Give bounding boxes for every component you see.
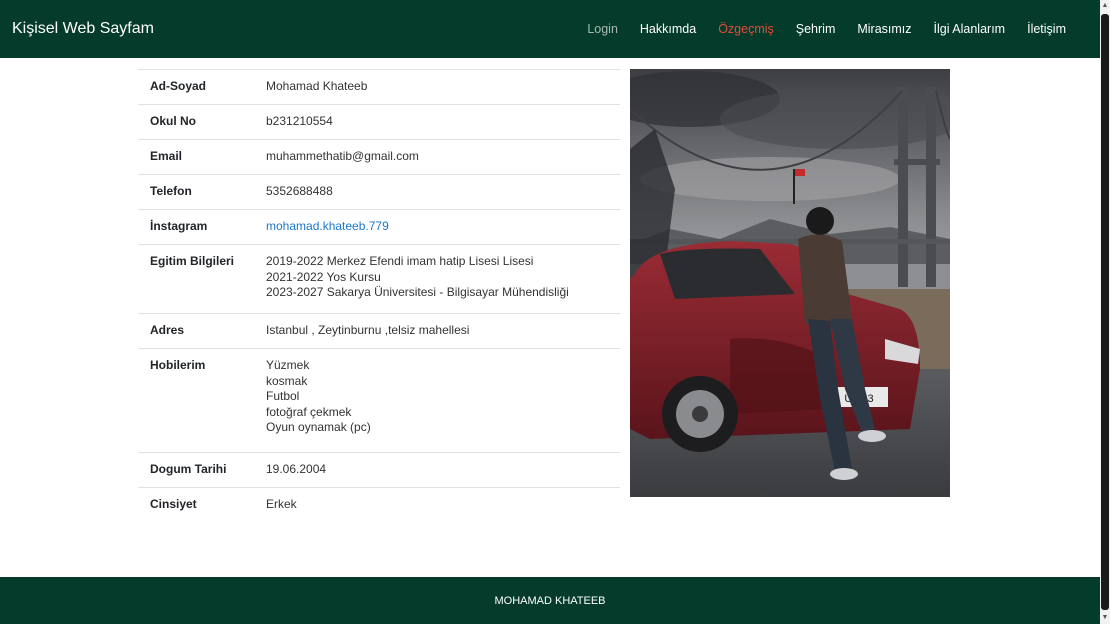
instagram-link[interactable]: mohamad.khateeb.779 <box>266 219 389 233</box>
education-line: 2019-2022 Merkez Efendi imam hatip Lises… <box>266 254 534 268</box>
nav-link-mirasimiz[interactable]: Mirasımız <box>857 22 911 36</box>
row-value: b231210554 <box>254 104 620 140</box>
row-value: Erkek <box>254 487 620 523</box>
nav-link-ilgi-alanlarim[interactable]: İlgi Alanlarım <box>934 22 1006 36</box>
row-key: Dogum Tarihi <box>138 452 254 488</box>
photo-illustration: U 213 <box>630 69 950 497</box>
table-row: Egitim Bilgileri 2019-2022 Merkez Efendi… <box>138 244 620 314</box>
row-key: Hobilerim <box>138 348 254 453</box>
profile-photo: U 213 <box>630 69 950 497</box>
education-line: 2023-2027 Sakarya Üniversitesi - Bilgisa… <box>266 285 569 299</box>
vertical-scrollbar[interactable]: ▲ ▼ <box>1100 0 1110 624</box>
table-row: İnstagram mohamad.khateeb.779 <box>138 209 620 245</box>
row-key: Egitim Bilgileri <box>138 244 254 314</box>
hobby-line: kosmak <box>266 373 308 388</box>
row-value: 19.06.2004 <box>254 452 620 488</box>
education-line: 2021-2022 Yos Kursu <box>266 269 381 284</box>
table-row: Adres Istanbul , Zeytinburnu ,telsiz mah… <box>138 313 620 349</box>
hobby-line: fotoğraf çekmek <box>266 404 352 419</box>
row-value: Istanbul , Zeytinburnu ,telsiz mahellesi <box>254 313 620 349</box>
row-value: mohamad.khateeb.779 <box>254 209 620 245</box>
table-row: Telefon 5352688488 <box>138 174 620 210</box>
footer: MOHAMAD KHATEEB <box>0 577 1100 624</box>
row-value: Yüzmek kosmak Futbol fotoğraf çekmek Oyu… <box>254 348 620 453</box>
nav-link-hakkimda[interactable]: Hakkımda <box>640 22 696 36</box>
row-value: 5352688488 <box>254 174 620 210</box>
nav-link-login[interactable]: Login <box>587 22 618 36</box>
table-row: Ad-Soyad Mohamad Khateeb <box>138 69 620 105</box>
table-row: Email muhammethatib@gmail.com <box>138 139 620 175</box>
profile-table: Ad-Soyad Mohamad Khateeb Okul No b231210… <box>138 69 620 523</box>
row-key: Email <box>138 139 254 175</box>
hobby-line: Oyun oynamak (pc) <box>266 420 371 434</box>
nav-links: Login Hakkımda Özgeçmiş Şehrim Mirasımız… <box>565 22 1088 36</box>
row-value: Mohamad Khateeb <box>254 69 620 105</box>
row-key: Okul No <box>138 104 254 140</box>
row-key: Ad-Soyad <box>138 69 254 105</box>
row-key: Cinsiyet <box>138 487 254 523</box>
hobby-line: Futbol <box>266 389 300 403</box>
table-row: Hobilerim Yüzmek kosmak Futbol fotoğraf … <box>138 348 620 453</box>
scrollbar-thumb[interactable] <box>1101 14 1109 610</box>
scroll-up-icon[interactable]: ▲ <box>1100 0 1110 12</box>
scroll-down-icon[interactable]: ▼ <box>1100 612 1110 624</box>
cv-section: Ad-Soyad Mohamad Khateeb Okul No b231210… <box>138 69 950 523</box>
nav-link-sehrim[interactable]: Şehrim <box>796 22 836 36</box>
nav-link-ozgecmis[interactable]: Özgeçmiş <box>718 22 774 36</box>
row-value: muhammethatib@gmail.com <box>254 139 620 175</box>
nav-link-iletisim[interactable]: İletişim <box>1027 22 1066 36</box>
row-value: 2019-2022 Merkez Efendi imam hatip Lises… <box>254 244 620 314</box>
table-row: Okul No b231210554 <box>138 104 620 140</box>
row-key: Adres <box>138 313 254 349</box>
hobby-line: Yüzmek <box>266 358 310 372</box>
table-row: Cinsiyet Erkek <box>138 487 620 523</box>
navbar: Kişisel Web Sayfam Login Hakkımda Özgeçm… <box>0 0 1100 58</box>
navbar-brand[interactable]: Kişisel Web Sayfam <box>12 20 154 38</box>
row-key: Telefon <box>138 174 254 210</box>
footer-text: MOHAMAD KHATEEB <box>494 594 606 607</box>
table-row: Dogum Tarihi 19.06.2004 <box>138 452 620 488</box>
row-key: İnstagram <box>138 209 254 245</box>
